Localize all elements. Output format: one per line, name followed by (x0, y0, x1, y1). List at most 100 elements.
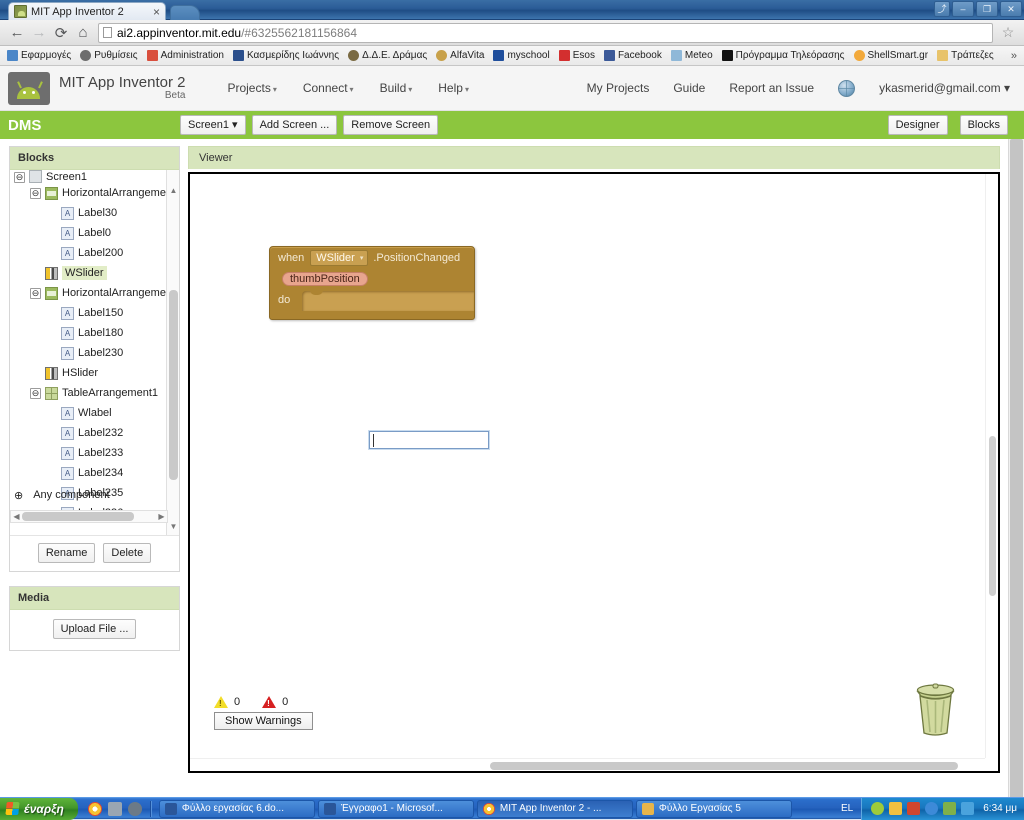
taskbar-item[interactable]: Έγγραφο1 - Microsof... (317, 799, 474, 818)
minimize-button[interactable]: – (952, 1, 974, 17)
tree-node-label200[interactable]: A Label200 (10, 243, 179, 263)
menu-help[interactable]: Help ▾ (438, 81, 469, 95)
tree-vertical-scrollbar[interactable]: ▲ ▼ (166, 170, 179, 535)
restore-down-extra-button[interactable]: ⤴ (934, 1, 950, 17)
maximize-button[interactable]: ❐ (976, 1, 998, 17)
tree-node-hslider[interactable]: HSlider (10, 363, 179, 383)
volume-tray-icon[interactable] (907, 802, 921, 815)
collapse-icon[interactable]: ⊖ (30, 387, 41, 399)
scroll-down-icon[interactable]: ▼ (169, 522, 178, 531)
bookmark-item[interactable]: Πρόγραμμα Τηλεόρασης (718, 49, 849, 63)
new-tab-button[interactable] (170, 5, 200, 20)
globe-icon[interactable] (838, 79, 856, 97)
blocks-button[interactable]: Blocks (959, 115, 1008, 135)
camera-quicklaunch-icon[interactable] (127, 801, 142, 816)
collapse-icon[interactable]: ⊖ (30, 287, 41, 299)
tree-node-label180[interactable]: A Label180 (10, 323, 179, 343)
block-component-dropdown[interactable]: WSlider ▾ (310, 250, 369, 266)
bookmark-item[interactable]: Κασμερίδης Ιωάννης (229, 49, 343, 63)
reload-icon[interactable]: ⟳ (50, 24, 72, 42)
bookmark-item[interactable]: Τράπεζες (933, 49, 998, 63)
account-menu[interactable]: ykasmerid@gmail.com ▾ (879, 81, 1010, 95)
tree-node-horizontalarrangemen[interactable]: ⊖ HorizontalArrangemen (10, 183, 179, 203)
blocks-canvas[interactable]: when WSlider ▾ .PositionChanged thumbPos… (190, 174, 985, 758)
tree-node-label30[interactable]: A Label30 (10, 203, 179, 223)
tree-node-label150[interactable]: A Label150 (10, 303, 179, 323)
update-tray-icon[interactable] (925, 802, 939, 815)
tree-horizontal-scrollbar[interactable]: ◀ ▶ (10, 510, 168, 523)
bookmark-item[interactable]: Εφαρμογές (3, 49, 75, 63)
tree-node-label0[interactable]: A Label0 (10, 223, 179, 243)
taskbar-clock[interactable]: 6:34 μμ (983, 803, 1017, 814)
remove-screen-button[interactable]: Remove Screen (343, 115, 439, 135)
tree-node-wslider[interactable]: WSlider (10, 263, 179, 283)
back-icon[interactable]: ← (6, 24, 28, 41)
eset-tray-icon[interactable] (871, 802, 885, 815)
taskbar-item[interactable]: Φύλλο εργασίας 6.do... (158, 799, 315, 818)
link-report-an-issue[interactable]: Report an Issue (729, 81, 814, 95)
bookmark-item[interactable]: Meteo (667, 49, 717, 63)
menu-build[interactable]: Build ▾ (380, 81, 413, 95)
bookmark-item[interactable]: Δ.Δ.Ε. Δράμας (344, 49, 431, 63)
browser-tab[interactable]: MIT App Inventor 2 × (8, 2, 166, 20)
tree-node-screen1[interactable]: ⊖ Screen1 (10, 170, 179, 183)
screen-select-dropdown[interactable]: Screen1 ▾ (180, 115, 246, 135)
delete-button[interactable]: Delete (103, 543, 152, 563)
close-button[interactable]: ✕ (1000, 1, 1022, 17)
alert-tray-icon[interactable] (889, 802, 903, 815)
close-icon[interactable]: × (153, 6, 160, 18)
tree-node-label230[interactable]: A Label230 (10, 343, 179, 363)
trash-can-icon[interactable] (912, 681, 959, 736)
media-quicklaunch-icon[interactable] (107, 801, 122, 816)
canvas-horizontal-scrollbar[interactable] (190, 758, 985, 771)
link-my-projects[interactable]: My Projects (587, 81, 650, 95)
start-button[interactable]: έναρξη (0, 797, 78, 820)
when-wslider-position-changed-block[interactable]: when WSlider ▾ .PositionChanged thumbPos… (269, 246, 475, 320)
bookmark-item[interactable]: Esos (555, 49, 599, 63)
scroll-left-icon[interactable]: ◀ (11, 511, 22, 522)
home-icon[interactable]: ⌂ (72, 24, 94, 41)
scroll-up-icon[interactable]: ▲ (169, 186, 178, 195)
collapse-icon[interactable]: ⊖ (14, 172, 25, 183)
scrollbar-thumb[interactable] (22, 512, 134, 521)
taskbar-item[interactable]: MIT App Inventor 2 - ... (476, 799, 633, 818)
any-component-node[interactable]: ⊕ Any component (10, 485, 168, 505)
tree-node-label232[interactable]: A Label232 (10, 423, 179, 443)
link-guide[interactable]: Guide (673, 81, 705, 95)
language-indicator[interactable]: EL (841, 803, 861, 814)
expand-icon[interactable]: ⊕ (14, 489, 23, 502)
scroll-right-icon[interactable]: ▶ (156, 511, 167, 522)
taskbar-item[interactable]: Φύλλο Εργασίας 5 (635, 799, 792, 818)
add-screen-button[interactable]: Add Screen ... (251, 115, 338, 135)
upload-file-button[interactable]: Upload File ... (52, 619, 137, 639)
scrollbar-thumb[interactable] (989, 436, 996, 596)
tree-node-horizontalarrangemen[interactable]: ⊖ HorizontalArrangemen (10, 283, 179, 303)
bookmark-star-icon[interactable]: ☆ (998, 24, 1018, 41)
show-warnings-button[interactable]: Show Warnings (214, 712, 313, 730)
bookmark-item[interactable]: Administration (143, 49, 228, 63)
bookmark-item[interactable]: AlfaVita (432, 49, 488, 63)
chrome-quicklaunch-icon[interactable] (87, 801, 102, 816)
tree-node-wlabel[interactable]: A Wlabel (10, 403, 179, 423)
tree-node-tablearrangement1[interactable]: ⊖ TableArrangement1 (10, 383, 179, 403)
block-do-slot[interactable] (302, 290, 474, 311)
scrollbar-thumb[interactable] (169, 290, 178, 480)
bookmark-item[interactable]: myschool (489, 49, 553, 63)
menu-projects[interactable]: Projects ▾ (227, 81, 276, 95)
scrollbar-thumb[interactable] (1010, 139, 1023, 797)
collapse-icon[interactable]: ⊖ (30, 187, 41, 199)
security-tray-icon[interactable] (943, 802, 957, 815)
rename-button[interactable]: Rename (37, 543, 96, 563)
bookmarks-overflow-button[interactable]: » (1011, 50, 1021, 62)
canvas-vertical-scrollbar[interactable] (985, 174, 998, 758)
menu-connect[interactable]: Connect ▾ (303, 81, 354, 95)
page-vertical-scrollbar[interactable]: ▼ (1008, 139, 1024, 797)
designer-button[interactable]: Designer (887, 115, 948, 135)
bookmark-item[interactable]: Facebook (600, 49, 666, 63)
tree-node-label234[interactable]: A Label234 (10, 463, 179, 483)
address-bar[interactable]: ai2.appinventor.mit.edu/#632556218115686… (98, 22, 993, 43)
scrollbar-thumb[interactable] (490, 762, 958, 770)
canvas-text-input[interactable] (369, 431, 489, 449)
bookmark-item[interactable]: ShellSmart.gr (850, 49, 933, 63)
block-parameter-thumbposition[interactable]: thumbPosition (282, 272, 368, 286)
